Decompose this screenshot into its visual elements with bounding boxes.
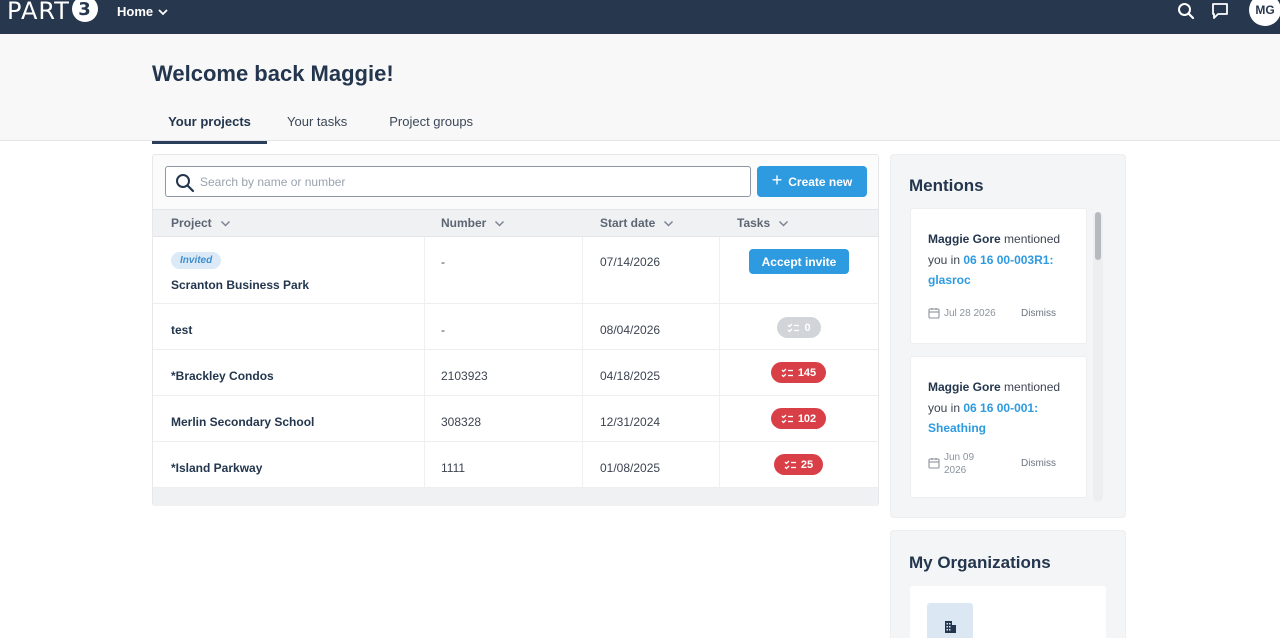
brand-logo[interactable]: PART 3 — [7, 0, 98, 25]
tab-bar: Your projects Your tasks Project groups — [152, 114, 473, 144]
column-header-start-date[interactable]: Start date — [600, 216, 674, 230]
top-nav: PART 3 Home MG — [0, 0, 1280, 34]
table-row[interactable]: Invited Scranton Business Park - 07/14/2… — [153, 237, 878, 304]
dismiss-button[interactable]: Dismiss — [1021, 308, 1056, 319]
mention-text: Maggie Gore mentioned you in 06 16 00-00… — [928, 229, 1078, 291]
projects-card: + Create new Project Number Start date T… — [152, 154, 879, 506]
checklist-icon — [787, 323, 800, 332]
search-icon[interactable] — [1174, 0, 1198, 22]
project-number: - — [441, 255, 445, 269]
scrollbar-thumb[interactable] — [1095, 212, 1101, 260]
mention-date: Jun 09 2026 — [928, 451, 984, 477]
create-new-label: Create new — [788, 174, 853, 189]
table-row[interactable]: *Brackley Condos 2103923 04/18/2025 145 — [153, 350, 878, 396]
building-icon — [927, 603, 973, 638]
mention-date: Jul 28 2026 — [928, 307, 996, 319]
checklist-icon — [784, 460, 796, 469]
project-start-date: 04/18/2025 — [600, 369, 661, 383]
mention-verb: mentioned — [1004, 232, 1061, 246]
project-start-date: 08/04/2026 — [600, 323, 661, 337]
project-name[interactable]: Scranton Business Park — [171, 278, 309, 292]
search-input[interactable] — [200, 174, 750, 189]
task-count: 102 — [797, 412, 817, 425]
column-header-tasks[interactable]: Tasks — [737, 216, 789, 230]
organizations-panel: My Organizations — [890, 530, 1126, 638]
mention-author: Maggie Gore — [928, 232, 1001, 246]
mentions-title: Mentions — [909, 176, 984, 195]
table-row[interactable]: Merlin Secondary School 308328 12/31/202… — [153, 396, 878, 442]
accept-invite-button[interactable]: Accept invite — [749, 249, 849, 274]
task-count-badge[interactable]: 0 — [777, 317, 821, 338]
search-field[interactable] — [165, 166, 751, 197]
table-footer — [153, 488, 878, 506]
brand-text: PART — [7, 0, 70, 25]
brand-badge: 3 — [71, 0, 98, 22]
task-count: 0 — [804, 321, 811, 334]
mentions-panel: Mentions Maggie Gore mentioned you in 06… — [890, 154, 1126, 518]
project-number: 1111 — [441, 461, 466, 475]
column-header-project[interactable]: Project — [171, 216, 231, 230]
project-name[interactable]: *Island Parkway — [171, 461, 262, 475]
chevron-down-icon — [220, 220, 230, 227]
project-name[interactable]: Merlin Secondary School — [171, 415, 314, 429]
organizations-title: My Organizations — [909, 553, 1051, 572]
project-start-date: 07/14/2026 — [600, 255, 661, 269]
column-header-number[interactable]: Number — [441, 216, 505, 230]
project-start-date: 12/31/2024 — [600, 415, 661, 429]
table-header: Project Number Start date Tasks — [153, 209, 878, 237]
column-label: Start date — [600, 216, 656, 230]
mention-date-text: Jul 28 2026 — [944, 307, 996, 319]
chevron-down-icon — [158, 8, 168, 15]
invited-badge: Invited — [171, 252, 222, 269]
column-label: Tasks — [737, 216, 771, 230]
chevron-down-icon — [664, 220, 674, 227]
project-number: 2103923 — [441, 369, 488, 383]
task-count-badge[interactable]: 25 — [774, 454, 823, 475]
messages-icon[interactable] — [1208, 0, 1232, 22]
mention-card[interactable]: Maggie Gore mentioned you in 06 16 00-00… — [910, 356, 1087, 498]
checklist-icon — [781, 368, 793, 377]
chevron-down-icon — [779, 220, 789, 227]
plus-icon: + — [771, 170, 783, 190]
home-menu-label: Home — [117, 4, 154, 19]
table-row[interactable]: *Island Parkway 1111 01/08/2025 25 — [153, 442, 878, 488]
table-row[interactable]: test - 08/04/2026 0 — [153, 304, 878, 350]
task-count: 145 — [797, 366, 817, 379]
project-number: 308328 — [441, 415, 482, 429]
mention-author: Maggie Gore — [928, 380, 1001, 394]
mention-card[interactable]: Maggie Gore mentioned you in 06 16 00-00… — [910, 208, 1087, 344]
task-count-badge[interactable]: 145 — [771, 362, 826, 383]
project-name[interactable]: *Brackley Condos — [171, 369, 274, 383]
task-count-badge[interactable]: 102 — [771, 408, 826, 429]
search-icon — [176, 174, 195, 193]
page-header: Welcome back Maggie! Your projects Your … — [0, 34, 1280, 144]
page-title: Welcome back Maggie! — [152, 61, 394, 86]
avatar[interactable]: MG — [1249, 0, 1280, 26]
checklist-icon — [781, 414, 793, 423]
project-name[interactable]: test — [171, 323, 192, 337]
mention-text: Maggie Gore mentioned you in 06 16 00-00… — [928, 377, 1078, 439]
projects-table: Project Number Start date Tasks Invited … — [153, 209, 878, 506]
tab-your-projects[interactable]: Your projects — [152, 114, 267, 144]
home-menu[interactable]: Home — [117, 4, 169, 19]
calendar-icon — [928, 308, 940, 319]
mention-prep: you in — [928, 400, 961, 415]
mention-verb: mentioned — [1004, 380, 1061, 394]
mention-prep: you in — [928, 252, 961, 267]
column-label: Number — [441, 216, 487, 230]
project-start-date: 01/08/2025 — [600, 461, 661, 475]
chevron-down-icon — [495, 220, 505, 227]
calendar-icon — [928, 458, 940, 469]
project-number: - — [441, 323, 445, 337]
column-label: Project — [171, 216, 212, 230]
mention-date-text: Jun 09 2026 — [944, 452, 975, 476]
organization-item[interactable] — [910, 586, 1106, 638]
tab-your-tasks[interactable]: Your tasks — [287, 114, 347, 144]
mentions-scrollbar[interactable] — [1093, 212, 1103, 502]
dismiss-button[interactable]: Dismiss — [1021, 458, 1056, 469]
tab-project-groups[interactable]: Project groups — [389, 114, 473, 144]
task-count: 25 — [800, 458, 814, 471]
create-new-button[interactable]: + Create new — [757, 166, 867, 197]
